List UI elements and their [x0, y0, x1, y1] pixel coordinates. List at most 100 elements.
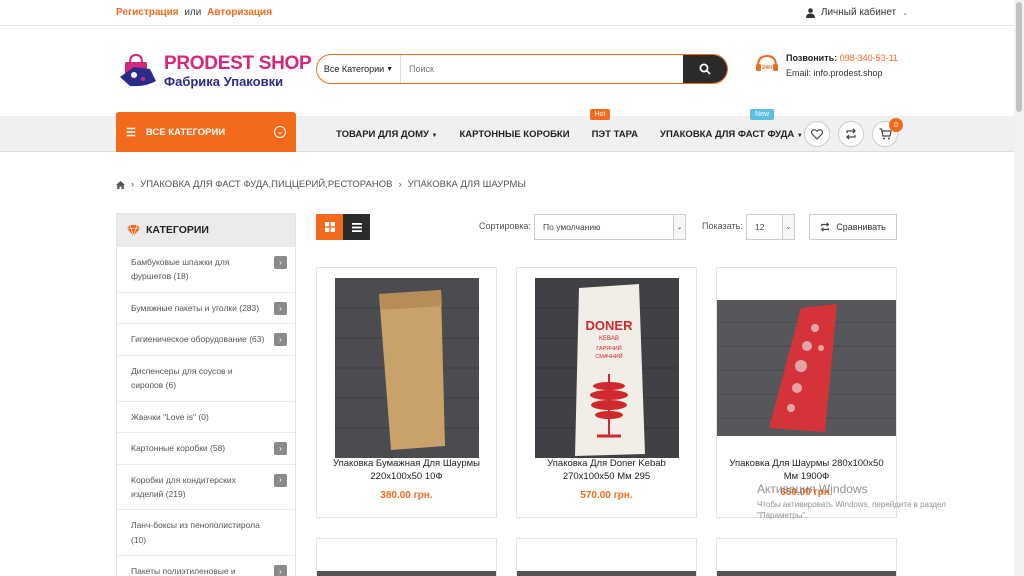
product-image[interactable] [517, 571, 696, 576]
nav-menu: ТОВАРИ ДЛЯ ДОМУ ▼ КАРТОННЫЕ КОРОБКИ Hot … [336, 108, 803, 152]
list-view-button[interactable] [343, 214, 370, 240]
product-card[interactable] [316, 538, 497, 576]
logo-subtitle: Фабрика Упаковки [164, 74, 284, 89]
nav-item-home-goods[interactable]: ТОВАРИ ДЛЯ ДОМУ ▼ [336, 129, 437, 140]
list-icon [351, 222, 362, 232]
sidebar-item-label: Коробки для кондитерских изделий (219) [131, 474, 236, 499]
user-icon [805, 7, 815, 18]
search-icon [699, 63, 711, 75]
personal-cabinet-menu[interactable]: Личный кабинет ⌄ [805, 7, 908, 18]
phone-label: Позвонить: [786, 52, 838, 63]
product-name[interactable]: Упаковка Для Doner Kebab 270х100х50 Мм 2… [523, 458, 690, 484]
headset-badge-text: 24H [762, 65, 772, 71]
sidebar-item-hygiene-equipment[interactable]: Гигиеническое оборудование (63) › [117, 323, 295, 354]
auth-links: Регистрация или Авторизация [116, 7, 272, 18]
sort-select[interactable]: По умолчанию ⌄ [534, 214, 686, 240]
contact-block: 24H Позвонить: 098-340-53-11 Email: info… [754, 52, 898, 78]
compare-arrows-icon [821, 222, 830, 232]
show-label: Показать: [702, 221, 743, 231]
home-icon[interactable] [116, 180, 125, 189]
chevron-right-icon[interactable]: › [274, 301, 287, 315]
product-card[interactable]: Упаковка Для Шаурмы 280х100х50 Мм 1900Ф … [716, 267, 897, 518]
all-categories-button[interactable]: ☰ ВСЕ КАТЕГОРИИ ⌄ [116, 112, 296, 152]
caret-down-icon: ▼ [386, 65, 394, 73]
headset-24h-icon: 24H [754, 52, 780, 78]
site-logo[interactable]: PRODEST SHOP Фабрика Упаковки [116, 53, 316, 89]
main-nav: ☰ ВСЕ КАТЕГОРИИ ⌄ ТОВАРИ ДЛЯ ДОМУ ▼ КАРТ… [0, 108, 1024, 152]
chevron-right-icon[interactable]: › [274, 565, 287, 576]
grid-view-button[interactable] [316, 214, 343, 240]
scrollbar-thumb[interactable] [1016, 2, 1022, 112]
page-scrollbar[interactable] [1014, 0, 1024, 576]
sidebar-item-confectionery-boxes[interactable]: Коробки для кондитерских изделий (219) › [117, 463, 295, 510]
doner-title-text: DONER [586, 318, 634, 333]
product-price: 380.00 грн. [380, 490, 433, 501]
product-image[interactable] [717, 571, 896, 576]
product-image[interactable] [317, 571, 496, 576]
breadcrumb-fast-food[interactable]: УПАКОВКА ДЛЯ ФАСТ ФУДА,ПИЦЦЕРИЙ,РЕСТОРАН… [140, 179, 392, 190]
sort-value: По умолчанию [543, 222, 601, 232]
chevron-right-icon[interactable]: › [274, 256, 287, 269]
wishlist-button[interactable] [804, 121, 830, 147]
sidebar-item-cardboard-boxes[interactable]: Картонные коробки (58) › [117, 432, 295, 463]
sidebar-item-lunch-boxes[interactable]: Ланч-боксы из пенополистирола (10) [117, 509, 295, 555]
search-category-select[interactable]: Все Категории ▼ [317, 55, 401, 83]
sidebar-item-label: Бамбуковые шпажки для фуршетов (18) [131, 257, 230, 282]
grid-icon [324, 222, 335, 232]
sidebar-header: КАТЕГОРИИ [117, 214, 295, 246]
sidebar-item-label: Пакеты полиэтиленовые и [131, 566, 236, 576]
chevron-right-icon[interactable]: › [274, 442, 287, 456]
sidebar-item-label: Диспенсеры для соусов и сиропов (6) [131, 365, 233, 391]
search-button[interactable] [683, 55, 727, 83]
nav-item-cardboard-boxes[interactable]: КАРТОННЫЕ КОРОБКИ [459, 129, 569, 140]
product-card[interactable] [716, 538, 897, 576]
top-bar: Регистрация или Авторизация Личный кабин… [0, 0, 1024, 26]
login-link[interactable]: Авторизация [207, 7, 272, 18]
sidebar-item-label: Ланч-боксы из пенополистирола (10) [131, 520, 260, 545]
compare-button[interactable] [838, 121, 864, 147]
sidebar-item-label: Бумажные пакеты и уголки (283) [131, 302, 260, 313]
chevron-right-icon[interactable]: › [274, 333, 287, 347]
chevron-down-icon: ⌄ [782, 215, 794, 239]
search-bar: Все Категории ▼ [316, 54, 728, 84]
breadcrumb-shawarma[interactable]: УПАКОВКА ДЛЯ ШАУРМЫ [408, 179, 526, 190]
product-image-doner-bag[interactable]: DONER KEBAB ГАРЯЧИЙ СМАЧНИЙ [535, 278, 679, 458]
windows-activation-watermark: Активация Windows Чтобы активировать Win… [757, 482, 987, 521]
category-sidebar: КАТЕГОРИИ Бамбуковые шпажки для фуршетов… [116, 213, 296, 576]
nav-item-label: КАРТОННЫЕ КОРОБКИ [459, 128, 570, 140]
chevron-down-icon: ⌄ [902, 9, 908, 17]
register-link[interactable]: Регистрация [116, 7, 179, 18]
show-count-select[interactable]: 12 ⌄ [746, 214, 795, 240]
chevron-down-icon: ⌄ [673, 215, 685, 239]
chevron-right-icon[interactable]: › [274, 473, 287, 487]
breadcrumb-separator-icon: › [398, 179, 402, 190]
sidebar-item-plastic-bags[interactable]: Пакеты полиэтиленовые и › [117, 555, 295, 576]
nav-item-fast-food-packaging[interactable]: New УПАКОВКА ДЛЯ ФАСТ ФУДА ▼ [660, 108, 803, 140]
sidebar-item-paper-bags[interactable]: Бумажные пакеты и уголки (283) › [117, 291, 295, 323]
doner-sub-text: KEBAB [599, 336, 619, 342]
sidebar-item-love-is-gum[interactable]: Жвачки "Love is" (0) [117, 400, 295, 432]
sidebar-item-label: Картонные коробки (58) [131, 443, 226, 454]
sidebar-item-sauce-dispensers[interactable]: Диспенсеры для соусов и сиропов (6) [117, 354, 295, 401]
menu-icon: ☰ [126, 126, 136, 139]
watermark-title: Активация Windows [757, 482, 868, 496]
search-input[interactable] [401, 55, 683, 83]
product-image-red-shawarma-bag[interactable] [717, 300, 896, 436]
product-name[interactable]: Упаковка Бумажная Для Шаурмы 220х100х50 … [323, 458, 490, 484]
nav-item-pet-containers[interactable]: Hot ПЭТ ТАРА [589, 108, 639, 140]
nav-item-label: ПЭТ ТАРА [591, 128, 639, 140]
product-image-kraft-bag[interactable] [335, 278, 479, 458]
hot-badge: Hot [589, 108, 611, 120]
caret-down-icon: ▼ [431, 132, 438, 139]
search-category-label: Все Категории [323, 64, 385, 74]
product-card[interactable]: DONER KEBAB ГАРЯЧИЙ СМАЧНИЙ Упаковка Для… [516, 267, 697, 518]
product-card[interactable]: Упаковка Бумажная Для Шаурмы 220х100х50 … [316, 267, 497, 518]
sidebar-item-label: Жвачки "Love is" (0) [131, 411, 209, 422]
compare-products-button[interactable]: Сравнивать [809, 214, 897, 240]
sidebar-item-bamboo-skewers[interactable]: Бамбуковые шпажки для фуршетов (18) › [117, 246, 295, 292]
phone-number[interactable]: 098-340-53-11 [840, 53, 898, 63]
cabinet-label: Личный кабинет [820, 7, 897, 18]
product-name[interactable]: Упаковка Для Шаурмы 280х100х50 Мм 1900Ф [723, 458, 890, 484]
product-card[interactable] [516, 538, 697, 576]
cart-button[interactable]: 0 [872, 118, 903, 147]
